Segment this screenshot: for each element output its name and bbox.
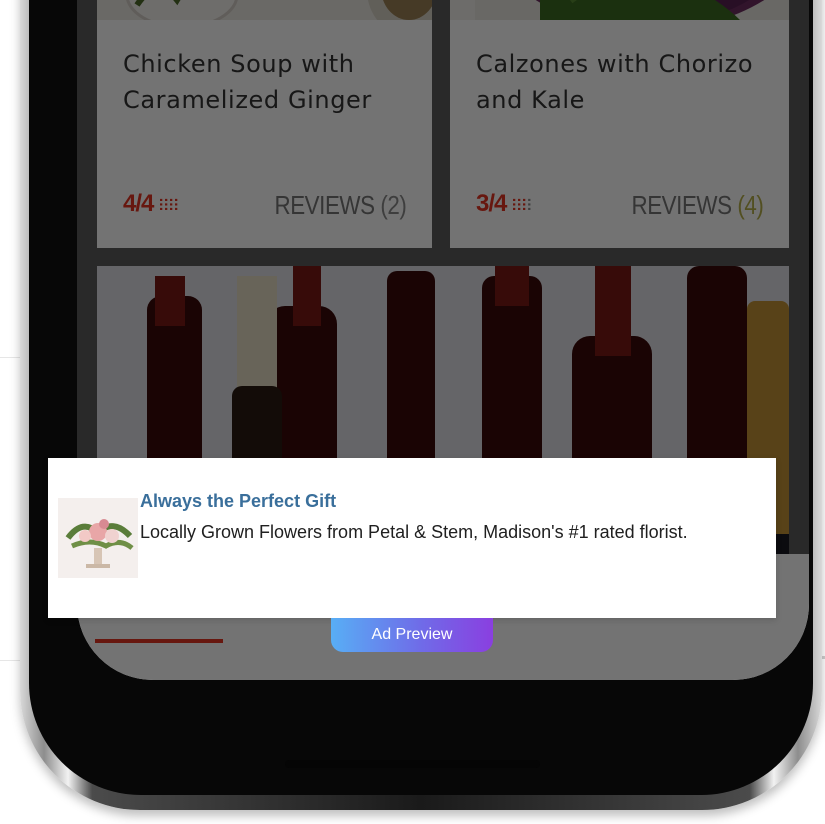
phone-bezel: Chicken Soup with Caramelized Ginger 4/4…	[29, 0, 813, 795]
reviews-label: REVIEWS	[631, 190, 732, 220]
recipe-photo	[97, 0, 432, 20]
ad-body: Locally Grown Flowers from Petal & Stem,…	[140, 522, 688, 542]
recipe-title[interactable]: Chicken Soup with Caramelized Ginger	[123, 46, 412, 118]
reviews-count: (2)	[379, 190, 406, 220]
ad-preview-badge: Ad Preview	[331, 618, 493, 652]
recipe-card[interactable]: Chicken Soup with Caramelized Ginger 4/4…	[97, 0, 432, 248]
utensils-icon: ⫶⫶⫶⫶	[512, 198, 533, 215]
recipe-card[interactable]: Calzones with Chorizo and Kale 3/4 ⫶⫶⫶⫶ …	[450, 0, 789, 248]
recipe-rating: 3/4 ⫶⫶⫶⫶	[476, 190, 532, 218]
reviews-link[interactable]: REVIEWS (2)	[274, 190, 406, 221]
reviews-link[interactable]: REVIEWS (4)	[631, 190, 763, 221]
rating-value: 3/4	[476, 190, 507, 217]
rating-value: 4/4	[123, 190, 154, 217]
reviews-label: REVIEWS	[274, 190, 375, 220]
ad-thumbnail	[58, 498, 138, 578]
recipe-rating: 4/4 ⫶⫶⫶⫶	[123, 190, 179, 218]
utensils-icon: ⫶⫶⫶⫶	[159, 198, 180, 215]
recipe-photo	[450, 0, 789, 20]
ad-title[interactable]: Always the Perfect Gift	[140, 491, 336, 512]
active-tab-indicator	[95, 639, 223, 643]
recipe-title[interactable]: Calzones with Chorizo and Kale	[476, 46, 769, 118]
reviews-count: (4)	[736, 190, 763, 220]
phone-frame: Chicken Soup with Caramelized Ginger 4/4…	[20, 0, 822, 810]
home-indicator	[285, 760, 540, 768]
ad-banner[interactable]: Always the Perfect Gift Locally Grown Fl…	[48, 458, 776, 618]
